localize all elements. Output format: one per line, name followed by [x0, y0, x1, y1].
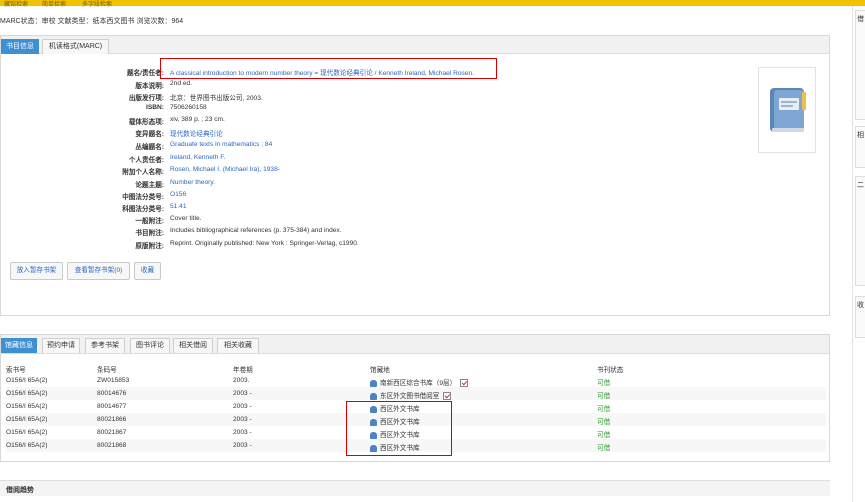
right-box-borrow — [855, 10, 865, 120]
cell-year: 2003 - — [233, 390, 252, 397]
cell-status: 可借 — [597, 419, 611, 426]
nav-item-2[interactable]: 多字段检索 — [82, 0, 112, 8]
field-label-edition: 版本说明: — [135, 83, 164, 90]
field-value-original-note: Reprint. Originally published: New York … — [170, 240, 359, 247]
field-label-clc: 中图法分类号: — [122, 194, 164, 201]
field-label-author: 个人责任者: — [128, 157, 164, 164]
tab-related-borrow[interactable]: 相关借阅 — [173, 338, 213, 353]
right-label-borrow: 借 — [857, 16, 864, 23]
field-value-added-author[interactable]: Rosen, Michael I. (Michael Ira), 1938- — [170, 166, 280, 173]
cell-year: 2003 - — [233, 416, 252, 423]
field-label-physical: 载体形态项: — [128, 119, 164, 126]
cell-year: 2003. — [233, 377, 250, 384]
tab-book-review[interactable]: 图书评论 — [130, 338, 170, 353]
cell-barcode: 80021866 — [97, 416, 127, 423]
cell-status: 可借 — [597, 406, 611, 413]
cell-location[interactable]: 东区外文图书借阅室 — [370, 390, 452, 401]
cell-barcode: 80021868 — [97, 442, 127, 449]
cell-status: 可借 — [597, 445, 611, 452]
library-icon — [370, 379, 377, 387]
cell-year: 2003 - — [233, 403, 252, 410]
header-status: 书刊状态 — [597, 367, 624, 374]
field-value-kt[interactable]: 51.41 — [170, 203, 187, 210]
field-value-publication: 北京：世界图书出版公司, 2003. — [170, 95, 263, 102]
field-value-variant-title[interactable]: 现代数论经典引论 — [170, 128, 223, 138]
field-value-author[interactable]: Ireland, Kenneth F. — [170, 154, 225, 161]
highlight-box-locations — [346, 401, 452, 456]
book-icon — [770, 88, 806, 132]
right-label-qr: 二 — [857, 182, 864, 189]
field-value-physical: xiv, 389 p. ; 23 cm. — [170, 116, 225, 123]
field-value-subject[interactable]: Number theory. — [170, 179, 215, 186]
field-label-publication: 出版发行项: — [128, 95, 164, 102]
tab-marc[interactable]: 机读格式(MARC) — [42, 39, 109, 54]
right-box-qr — [855, 176, 865, 286]
field-label-title: 题名/责任者: — [127, 70, 164, 77]
cell-status: 可借 — [597, 432, 611, 439]
field-label-subject: 论题主题: — [135, 182, 164, 189]
view-shelf-button[interactable]: 查看暂存书架(0) — [67, 262, 130, 280]
collect-button[interactable]: 收藏 — [134, 262, 161, 280]
cell-barcode: ZW015853 — [97, 377, 130, 384]
field-label-added-author: 附加个人名称: — [122, 169, 164, 176]
nav-item-0[interactable]: 藏馆检索 — [4, 0, 28, 8]
field-value-clc[interactable]: O156 — [170, 191, 186, 198]
header-year: 年卷期 — [233, 367, 253, 374]
field-label-variant-title: 变异题名: — [135, 131, 164, 138]
borrow-trend-title: 借阅趋势 — [6, 487, 34, 494]
book-cover-image — [758, 67, 816, 153]
right-sidebar: 借 相 二 收 — [852, 6, 865, 502]
header-barcode: 条码号 — [97, 367, 117, 374]
cell-status: 可借 — [597, 393, 611, 400]
detail-tabs: 书目信息 机读格式(MARC) — [1, 36, 829, 54]
marc-status-line: MARC状态：审校 文献类型：纸本西文图书 浏览次数：964 — [0, 18, 184, 25]
field-label-isbn: ISBN: — [146, 104, 164, 111]
field-value-bib-note: Includes bibliographical references (p. … — [170, 227, 342, 234]
tab-related-collect[interactable]: 相关收藏 — [217, 338, 259, 353]
field-value-series[interactable]: Graduate texts in mathematics ; 84 — [170, 141, 272, 148]
field-value-general-note: Cover title. — [170, 215, 202, 222]
table-row: O156/I 65A(2) 80014676 2003 - 东区外文图书借阅室 … — [6, 387, 826, 401]
cell-call: O156/I 65A(2) — [6, 416, 48, 423]
cell-year: 2003 - — [233, 442, 252, 449]
field-value-edition: 2nd ed. — [170, 80, 192, 87]
cell-call: O156/I 65A(2) — [6, 442, 48, 449]
field-label-kt: 科图法分类号: — [122, 206, 164, 213]
cell-call: O156/I 65A(2) — [6, 403, 48, 410]
top-nav-bar: 藏馆检索 简单检索 多字段检索 — [0, 0, 865, 8]
tab-reservation[interactable]: 预约申请 — [42, 338, 80, 353]
cell-barcode: 80014677 — [97, 403, 127, 410]
right-label-related: 相 — [857, 132, 864, 139]
header-location: 馆藏地 — [370, 367, 390, 374]
field-label-bib-note: 书目附注: — [135, 230, 164, 237]
cell-call: O156/I 65A(2) — [6, 390, 48, 397]
cell-barcode: 80021867 — [97, 429, 127, 436]
highlight-box-title — [160, 58, 497, 79]
cell-call: O156/I 65A(2) — [6, 429, 48, 436]
cell-barcode: 80014676 — [97, 390, 127, 397]
holding-tabs: 馆藏信息 预约申请 参考书架 图书评论 相关借阅 相关收藏 — [1, 335, 829, 354]
field-label-series: 丛编题名: — [135, 144, 164, 151]
cell-status: 可借 — [597, 380, 611, 387]
tab-reference-shelf[interactable]: 参考书架 — [85, 338, 125, 353]
cell-call: O156/I 65A(2) — [6, 377, 48, 384]
right-label-collect: 收 — [857, 302, 864, 309]
add-to-shelf-button[interactable]: 放入暂存书架 — [10, 262, 63, 280]
borrow-trend-bar: 借阅趋势 — [0, 480, 830, 496]
field-value-isbn: 7506260158 — [170, 104, 207, 111]
field-label-original-note: 原版附注: — [135, 243, 164, 250]
tab-holdings[interactable]: 馆藏信息 — [1, 338, 37, 353]
nav-item-1[interactable]: 简单检索 — [42, 0, 66, 8]
library-icon — [370, 392, 377, 400]
tab-bibliographic-info[interactable]: 书目信息 — [1, 39, 39, 54]
table-row: O156/I 65A(2) ZW015853 2003. 南新西区综合书库（9层… — [6, 374, 826, 388]
header-call-number: 索书号 — [6, 367, 26, 374]
field-label-general-note: 一般附注: — [135, 218, 164, 225]
cell-year: 2003 - — [233, 429, 252, 436]
cell-location[interactable]: 南新西区综合书库（9层） — [370, 377, 469, 388]
